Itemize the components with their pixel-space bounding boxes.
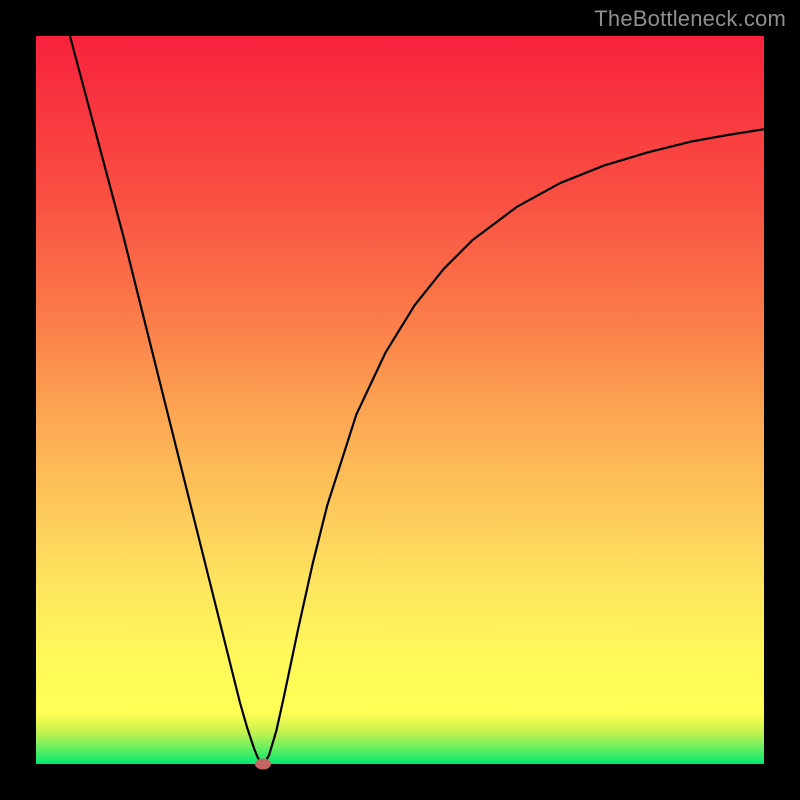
plot-area — [36, 36, 764, 764]
watermark-text: TheBottleneck.com — [594, 6, 786, 32]
minimum-marker — [255, 759, 271, 770]
chart-frame: TheBottleneck.com — [0, 0, 800, 800]
bottleneck-curve — [36, 36, 764, 764]
